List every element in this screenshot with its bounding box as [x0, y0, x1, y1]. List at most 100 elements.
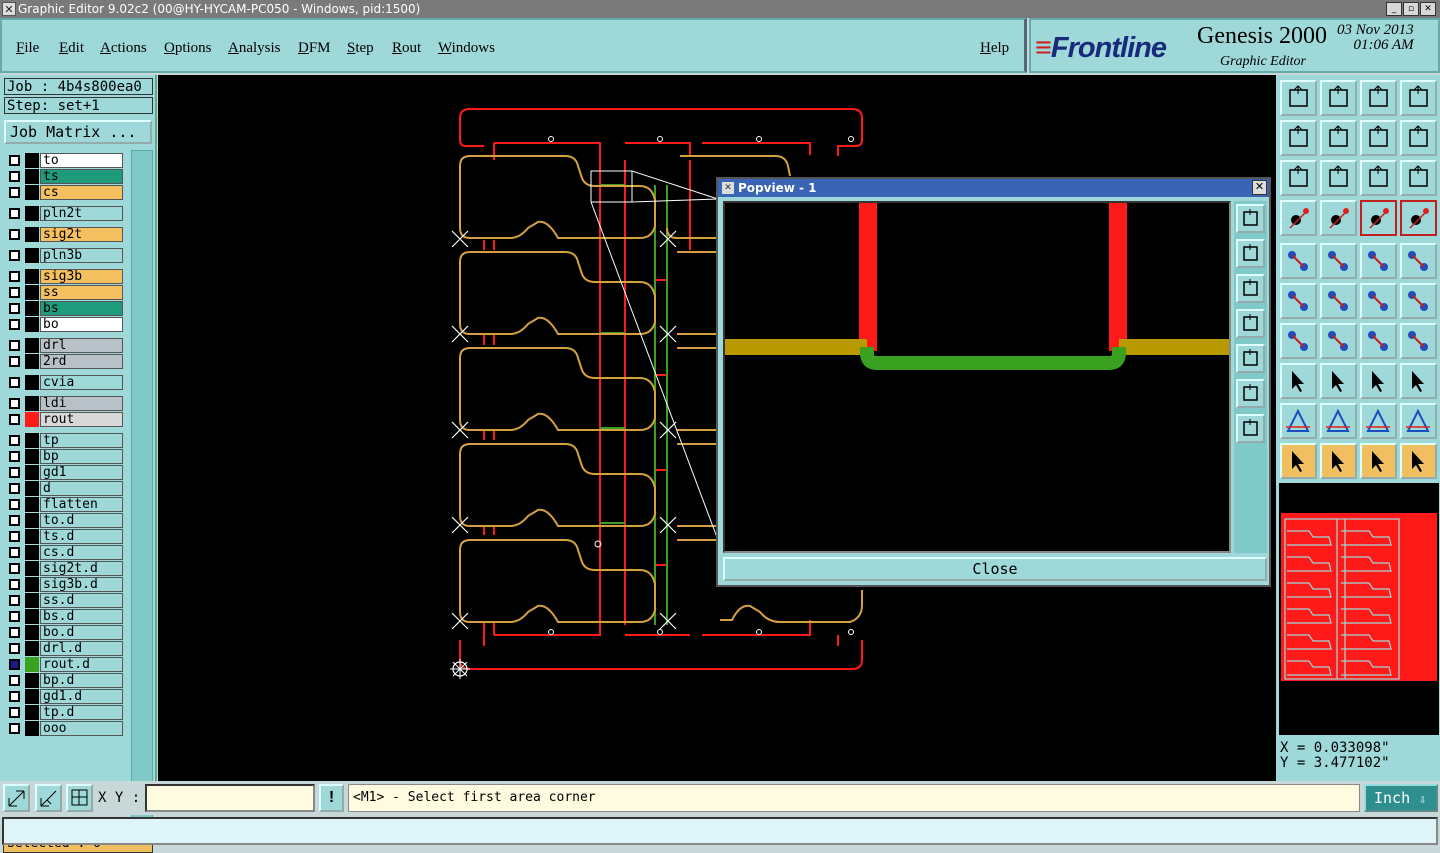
layer-checkbox[interactable]	[9, 707, 20, 718]
menu-help[interactable]: Help	[980, 40, 1009, 57]
window-layout-icon[interactable]	[1400, 80, 1437, 116]
layer-checkbox[interactable]	[9, 675, 20, 686]
layer-checkbox[interactable]	[9, 340, 20, 351]
layer-row-pln2t[interactable]: pln2t	[5, 206, 125, 221]
step-out-icon[interactable]	[1320, 120, 1357, 156]
layer-name[interactable]: drl.d	[40, 641, 123, 656]
step-in-icon[interactable]	[1280, 120, 1317, 156]
select-arrow-icon[interactable]	[1280, 443, 1317, 479]
layer-checkbox[interactable]	[9, 643, 20, 654]
menu-step[interactable]: Step	[347, 40, 374, 57]
layer-name[interactable]: sig2t	[40, 227, 123, 242]
layer-checkbox[interactable]	[9, 250, 20, 261]
pop-step-in-icon[interactable]	[1236, 309, 1265, 338]
select-move-icon[interactable]	[1360, 443, 1397, 479]
triangle-icon[interactable]	[1280, 403, 1317, 439]
layer-row-ss[interactable]: ss	[5, 285, 125, 300]
layer-name[interactable]: drl	[40, 338, 123, 353]
pop-home-icon[interactable]	[1236, 239, 1265, 268]
layer-checkbox[interactable]	[9, 563, 20, 574]
layer-list-scrollbar[interactable]	[131, 150, 153, 822]
job-matrix-button[interactable]: Job Matrix ...	[4, 120, 152, 144]
menu-edit[interactable]: Edit	[59, 40, 84, 57]
layer-row-gd1-d[interactable]: gd1.d	[5, 689, 125, 704]
layer-name[interactable]: ss	[40, 285, 123, 300]
net-highlight-icon[interactable]	[1360, 200, 1397, 236]
layer-checkbox[interactable]	[9, 467, 20, 478]
move-vertex-icon[interactable]	[1400, 283, 1437, 319]
layer-row-bo[interactable]: bo	[5, 317, 125, 332]
layer-row-drl-d[interactable]: drl.d	[5, 641, 125, 656]
split-icon[interactable]	[1400, 323, 1437, 359]
arch-cut-icon[interactable]	[1400, 403, 1437, 439]
layer-name[interactable]: ss.d	[40, 593, 123, 608]
layer-checkbox[interactable]	[9, 171, 20, 182]
layer-row-rout-d[interactable]: rout.d	[5, 657, 125, 672]
layer-row-to-d[interactable]: to.d	[5, 513, 125, 528]
layer-row-d[interactable]: d	[5, 481, 125, 496]
layer-row-bp-d[interactable]: bp.d	[5, 673, 125, 688]
layer-row-ts-d[interactable]: ts.d	[5, 529, 125, 544]
layer-checkbox[interactable]	[9, 287, 20, 298]
grid-icon[interactable]	[1320, 200, 1357, 236]
layer-row-sig2t[interactable]: sig2t	[5, 227, 125, 242]
unit-select[interactable]: Inch ⇩	[1364, 784, 1438, 812]
layer-checkbox[interactable]	[9, 627, 20, 638]
pad-icon[interactable]	[1400, 243, 1437, 279]
layer-name[interactable]: tp.d	[40, 705, 123, 720]
array-icon[interactable]	[1360, 363, 1397, 399]
layer-name[interactable]: ts	[40, 169, 123, 184]
net-compare-icon[interactable]	[1400, 200, 1437, 236]
layer-name[interactable]: bo.d	[40, 625, 123, 640]
snap-icon[interactable]	[1400, 120, 1437, 156]
layer-checkbox[interactable]	[9, 303, 20, 314]
menu-rout[interactable]: Rout	[392, 40, 421, 57]
select-box-icon[interactable]	[1320, 443, 1357, 479]
menu-analysis[interactable]: Analysis	[228, 40, 281, 57]
layer-row-flatten[interactable]: flatten	[5, 497, 125, 512]
layer-name[interactable]: ldi	[40, 396, 123, 411]
layer-row-to[interactable]: to	[5, 153, 125, 168]
popview-close-icon[interactable]: ✕	[1252, 180, 1267, 195]
grid-snap-icon[interactable]	[66, 784, 93, 812]
cut-line-icon[interactable]	[1320, 363, 1357, 399]
zoom-fit-icon[interactable]	[1280, 160, 1317, 196]
layer-name[interactable]: gd1	[40, 465, 123, 480]
layer-name[interactable]: bp	[40, 449, 123, 464]
move-point-icon[interactable]	[1360, 283, 1397, 319]
layer-checkbox[interactable]	[9, 187, 20, 198]
popview-canvas[interactable]	[723, 201, 1231, 553]
layer-checkbox[interactable]	[9, 271, 20, 282]
layer-name[interactable]: ooo	[40, 721, 123, 736]
xy-input[interactable]	[145, 784, 315, 812]
layer-name[interactable]: cs	[40, 185, 123, 200]
layer-row-sig2t-d[interactable]: sig2t.d	[5, 561, 125, 576]
layer-checkbox[interactable]	[9, 435, 20, 446]
popview-title-bar[interactable]: ✕ Popview - 1	[718, 179, 1269, 197]
menu-options[interactable]: Options	[164, 40, 212, 57]
pop-zoom-fit-icon[interactable]	[1236, 379, 1265, 408]
overview-map[interactable]	[1279, 483, 1439, 735]
layer-checkbox[interactable]	[9, 579, 20, 590]
layer-name[interactable]: flatten	[40, 497, 123, 512]
layer-row-bs[interactable]: bs	[5, 301, 125, 316]
help-icon[interactable]	[1400, 160, 1437, 196]
home-icon[interactable]	[1360, 80, 1397, 116]
layer-checkbox[interactable]	[9, 208, 20, 219]
layer-checkbox[interactable]	[9, 499, 20, 510]
layer-checkbox[interactable]	[9, 451, 20, 462]
layer-name[interactable]: rout.d	[40, 657, 123, 672]
line-tool-icon[interactable]	[1320, 243, 1357, 279]
layer-row-bp[interactable]: bp	[5, 449, 125, 464]
layer-row-rout[interactable]: rout	[5, 412, 125, 427]
layer-row-cs[interactable]: cs	[5, 185, 125, 200]
resize-icon[interactable]	[1400, 363, 1437, 399]
minimize-button[interactable]: _	[1386, 2, 1402, 16]
layer-row-bs-d[interactable]: bs.d	[5, 609, 125, 624]
layer-row-ss-d[interactable]: ss.d	[5, 593, 125, 608]
layer-row-sig3b-d[interactable]: sig3b.d	[5, 577, 125, 592]
layer-name[interactable]: ts.d	[40, 529, 123, 544]
path-select-icon[interactable]	[1400, 443, 1437, 479]
pop-zoom-center-icon[interactable]	[1236, 414, 1265, 443]
layer-name[interactable]: pln2t	[40, 206, 123, 221]
